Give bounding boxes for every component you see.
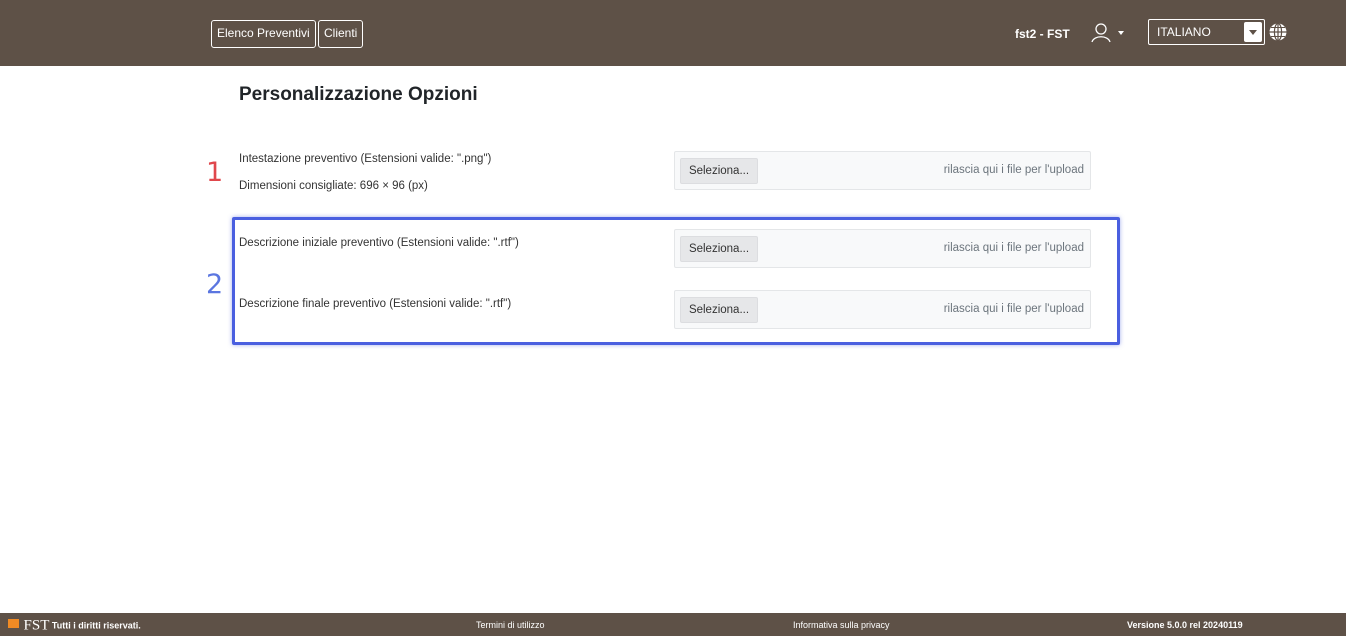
footer-brand: FST Tutti i diritti riservati.	[8, 617, 141, 634]
nav-clienti-button[interactable]: Clienti	[318, 20, 364, 48]
header-upload-dropzone[interactable]: Seleziona... rilascia qui i file per l'u…	[674, 151, 1091, 190]
header-select-button[interactable]: Seleziona...	[680, 158, 758, 184]
drop-hint-text: rilascia qui i file per l'upload	[943, 242, 1084, 254]
annotation-marker-1: 1	[206, 157, 224, 188]
final-description-upload-label: Descrizione finale preventivo (Estension…	[239, 298, 512, 310]
version-text: Versione 5.0.0 rel 20240119	[1127, 620, 1243, 630]
page-title: Personalizzazione Opzioni	[239, 84, 478, 105]
terms-link[interactable]: Termini di utilizzo	[476, 619, 545, 631]
final-description-dropzone[interactable]: Seleziona... rilascia qui i file per l'u…	[674, 290, 1091, 329]
final-description-select-button[interactable]: Seleziona...	[680, 297, 758, 323]
user-menu-caret-icon[interactable]	[1118, 31, 1124, 35]
top-navbar: Elenco Preventivi Clienti fst2 - FST ITA…	[0, 0, 1346, 66]
footer: FST Tutti i diritti riservati. Termini d…	[0, 613, 1346, 636]
language-selected-value: ITALIANO	[1157, 25, 1211, 39]
initial-description-dropzone[interactable]: Seleziona... rilascia qui i file per l'u…	[674, 229, 1091, 268]
fst-logo-icon	[8, 619, 19, 629]
brand-name: FST	[23, 617, 50, 634]
user-label: fst2 - FST	[1015, 27, 1070, 41]
header-upload-size-hint: Dimensioni consigliate: 696 × 96 (px)	[239, 180, 428, 192]
drop-hint-text: rilascia qui i file per l'upload	[943, 303, 1084, 315]
nav-elenco-preventivi-button[interactable]: Elenco Preventivi	[211, 20, 316, 48]
drop-hint-text: rilascia qui i file per l'upload	[943, 164, 1084, 176]
user-icon[interactable]	[1090, 22, 1112, 44]
annotation-marker-2: 2	[206, 269, 224, 300]
initial-description-select-button[interactable]: Seleziona...	[680, 236, 758, 262]
chevron-down-icon	[1244, 22, 1262, 42]
initial-description-upload-label: Descrizione iniziale preventivo (Estensi…	[239, 237, 519, 249]
header-upload-label: Intestazione preventivo (Estensioni vali…	[239, 153, 492, 165]
privacy-link[interactable]: Informativa sulla privacy	[793, 619, 890, 631]
globe-icon[interactable]	[1268, 22, 1288, 42]
copyright-text: Tutti i diritti riservati.	[51, 620, 141, 631]
language-select[interactable]: ITALIANO	[1148, 19, 1265, 45]
